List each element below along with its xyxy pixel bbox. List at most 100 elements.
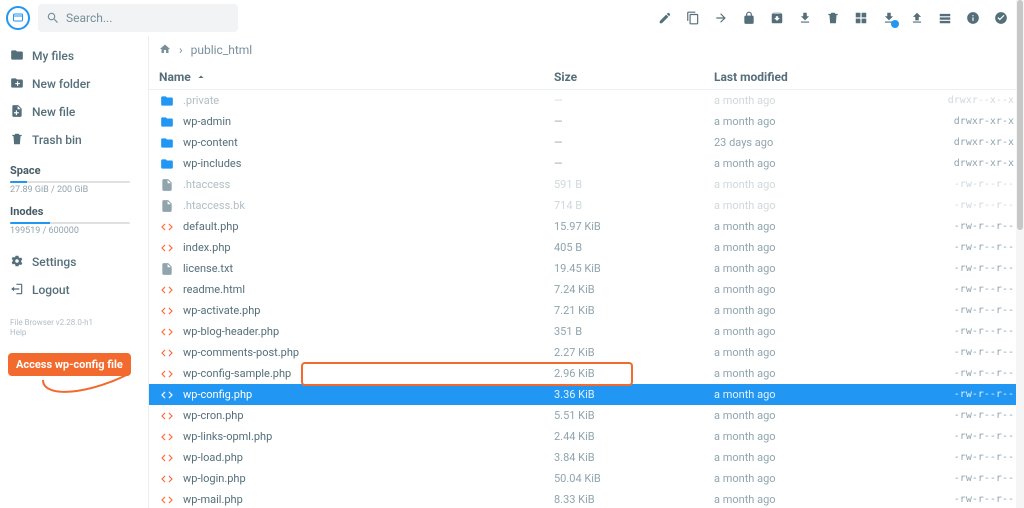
file-row[interactable]: wp-links-opml.php2.44 KiBa month ago-rw-… [149, 426, 1024, 447]
file-modified: a month ago [714, 451, 874, 464]
file-permissions: -rw-r--r-- [874, 410, 1014, 421]
download-button[interactable] [798, 11, 812, 25]
file-row[interactable]: wp-mail.php8.33 KiBa month ago-rw-r--r-- [149, 489, 1024, 508]
inodes-bar [10, 222, 130, 224]
trash-icon [10, 132, 24, 149]
file-modified: 23 days ago [714, 136, 874, 149]
file-row[interactable]: license.txt19.45 KiBa month ago-rw-r--r-… [149, 258, 1024, 279]
search-icon [46, 11, 60, 25]
delete-button[interactable] [826, 11, 840, 25]
file-permissions: -rw-r--r-- [874, 452, 1014, 463]
sidebar-item-new-file[interactable]: New file [10, 98, 148, 126]
sidebar-item-label: Logout [32, 283, 70, 297]
file-modified: a month ago [714, 325, 874, 338]
file-row[interactable]: .htaccess.bk714 Ba month ago-rw-r--r-- [149, 195, 1024, 216]
logo-icon [12, 12, 24, 24]
edit-button[interactable] [658, 11, 672, 25]
file-row[interactable]: wp-admin—a month agodrwxr-xr-x [149, 111, 1024, 132]
file-modified: a month ago [714, 262, 874, 275]
sidebar-item-new-folder[interactable]: New folder [10, 70, 148, 98]
code-icon [159, 493, 175, 507]
space-text: 27.89 GiB / 200 GiB [10, 185, 148, 195]
archive-button[interactable] [770, 11, 784, 25]
file-row[interactable]: wp-config.php3.36 KiBa month ago-rw-r--r… [149, 384, 1024, 405]
file-permissions: -rw-r--r-- [874, 305, 1014, 316]
sidebar-item-trash-bin[interactable]: Trash bin [10, 126, 148, 154]
file-name: wp-login.php [183, 472, 246, 485]
file-name: wp-blog-header.php [183, 325, 279, 338]
sidebar-item-settings[interactable]: Settings [10, 248, 148, 276]
toolbar [658, 11, 1018, 25]
move-button[interactable] [714, 11, 728, 25]
file-row[interactable]: wp-config-sample.php2.96 KiBa month ago-… [149, 363, 1024, 384]
info-button[interactable] [966, 11, 980, 25]
space-bar [10, 181, 130, 183]
file-size: 591 B [554, 178, 714, 191]
folder-icon [159, 136, 175, 150]
col-modified-header[interactable]: Last modified [714, 70, 874, 84]
file-size: 8.33 KiB [554, 493, 714, 506]
file-row[interactable]: index.php405 Ba month ago-rw-r--r-- [149, 237, 1024, 258]
search-box[interactable]: Search... [38, 4, 238, 32]
file-size: 3.84 KiB [554, 451, 714, 464]
file-permissions: -rw-r--r-- [874, 200, 1014, 211]
folder-icon [159, 115, 175, 129]
file-size: 50.04 KiB [554, 472, 714, 485]
file-row[interactable]: .private—a month agodrwxr--x--x [149, 90, 1024, 111]
file-row[interactable]: .htaccess591 Ba month ago-rw-r--r-- [149, 174, 1024, 195]
file-row[interactable]: wp-comments-post.php2.27 KiBa month ago-… [149, 342, 1024, 363]
upload-button[interactable] [910, 11, 924, 25]
file-name: wp-load.php [183, 451, 243, 464]
app-logo[interactable] [6, 6, 30, 30]
code-icon [159, 304, 175, 318]
file-size: 2.96 KiB [554, 367, 714, 380]
bulk-button[interactable] [938, 11, 952, 25]
lock-button[interactable] [742, 11, 756, 25]
file-icon [159, 178, 175, 192]
file-row[interactable]: wp-login.php50.04 KiBa month ago-rw-r--r… [149, 468, 1024, 489]
file-permissions: drwxr-xr-x [874, 137, 1014, 148]
file-modified: a month ago [714, 115, 874, 128]
breadcrumb-folder[interactable]: public_html [191, 43, 253, 57]
file-row[interactable]: wp-includes—a month agodrwxr-xr-x [149, 153, 1024, 174]
annotation-arrow-icon [38, 375, 158, 415]
col-size-header[interactable]: Size [554, 70, 714, 84]
file-name: license.txt [183, 262, 233, 275]
breadcrumb-sep: › [179, 43, 183, 57]
file-modified: a month ago [714, 283, 874, 296]
vertical-scrollbar[interactable] [1016, 0, 1024, 508]
file-row[interactable]: default.php15.97 KiBa month ago-rw-r--r-… [149, 216, 1024, 237]
file-size: 714 B [554, 199, 714, 212]
grid-view-button[interactable] [854, 11, 868, 25]
sidebar-item-logout[interactable]: Logout [10, 276, 148, 304]
file-permissions: -rw-r--r-- [874, 368, 1014, 379]
file-modified: a month ago [714, 346, 874, 359]
file-row[interactable]: wp-activate.php7.21 KiBa month ago-rw-r-… [149, 300, 1024, 321]
file-size: 405 B [554, 241, 714, 254]
file-modified: a month ago [714, 388, 874, 401]
code-icon [159, 451, 175, 465]
file-name: wp-links-opml.php [183, 430, 272, 443]
file-name: wp-content [183, 136, 238, 149]
sidebar-item-my-files[interactable]: My files [10, 42, 148, 70]
file-name: wp-config.php [183, 388, 252, 401]
code-icon [159, 220, 175, 234]
copy-button[interactable] [686, 11, 700, 25]
code-icon [159, 472, 175, 486]
select-all-button[interactable] [994, 11, 1008, 25]
file-permissions: -rw-r--r-- [874, 242, 1014, 253]
home-icon[interactable] [159, 43, 171, 58]
file-size: — [554, 115, 714, 128]
download-queue-button[interactable] [882, 11, 896, 25]
file-permissions: -rw-r--r-- [874, 326, 1014, 337]
file-row[interactable]: wp-load.php 3.84 KiBa month ago-rw-r--r-- [149, 447, 1024, 468]
folder-plus-icon [10, 76, 24, 93]
file-row[interactable]: wp-blog-header.php351 Ba month ago-rw-r-… [149, 321, 1024, 342]
sidebar-item-label: My files [32, 49, 74, 63]
file-row[interactable]: wp-content—23 days agodrwxr-xr-x [149, 132, 1024, 153]
file-permissions: -rw-r--r-- [874, 284, 1014, 295]
sort-by-name[interactable]: Name [159, 70, 207, 84]
file-name: wp-config-sample.php [183, 367, 291, 380]
file-row[interactable]: readme.html7.24 KiBa month ago-rw-r--r-- [149, 279, 1024, 300]
file-row[interactable]: wp-cron.php5.51 KiBa month ago-rw-r--r-- [149, 405, 1024, 426]
